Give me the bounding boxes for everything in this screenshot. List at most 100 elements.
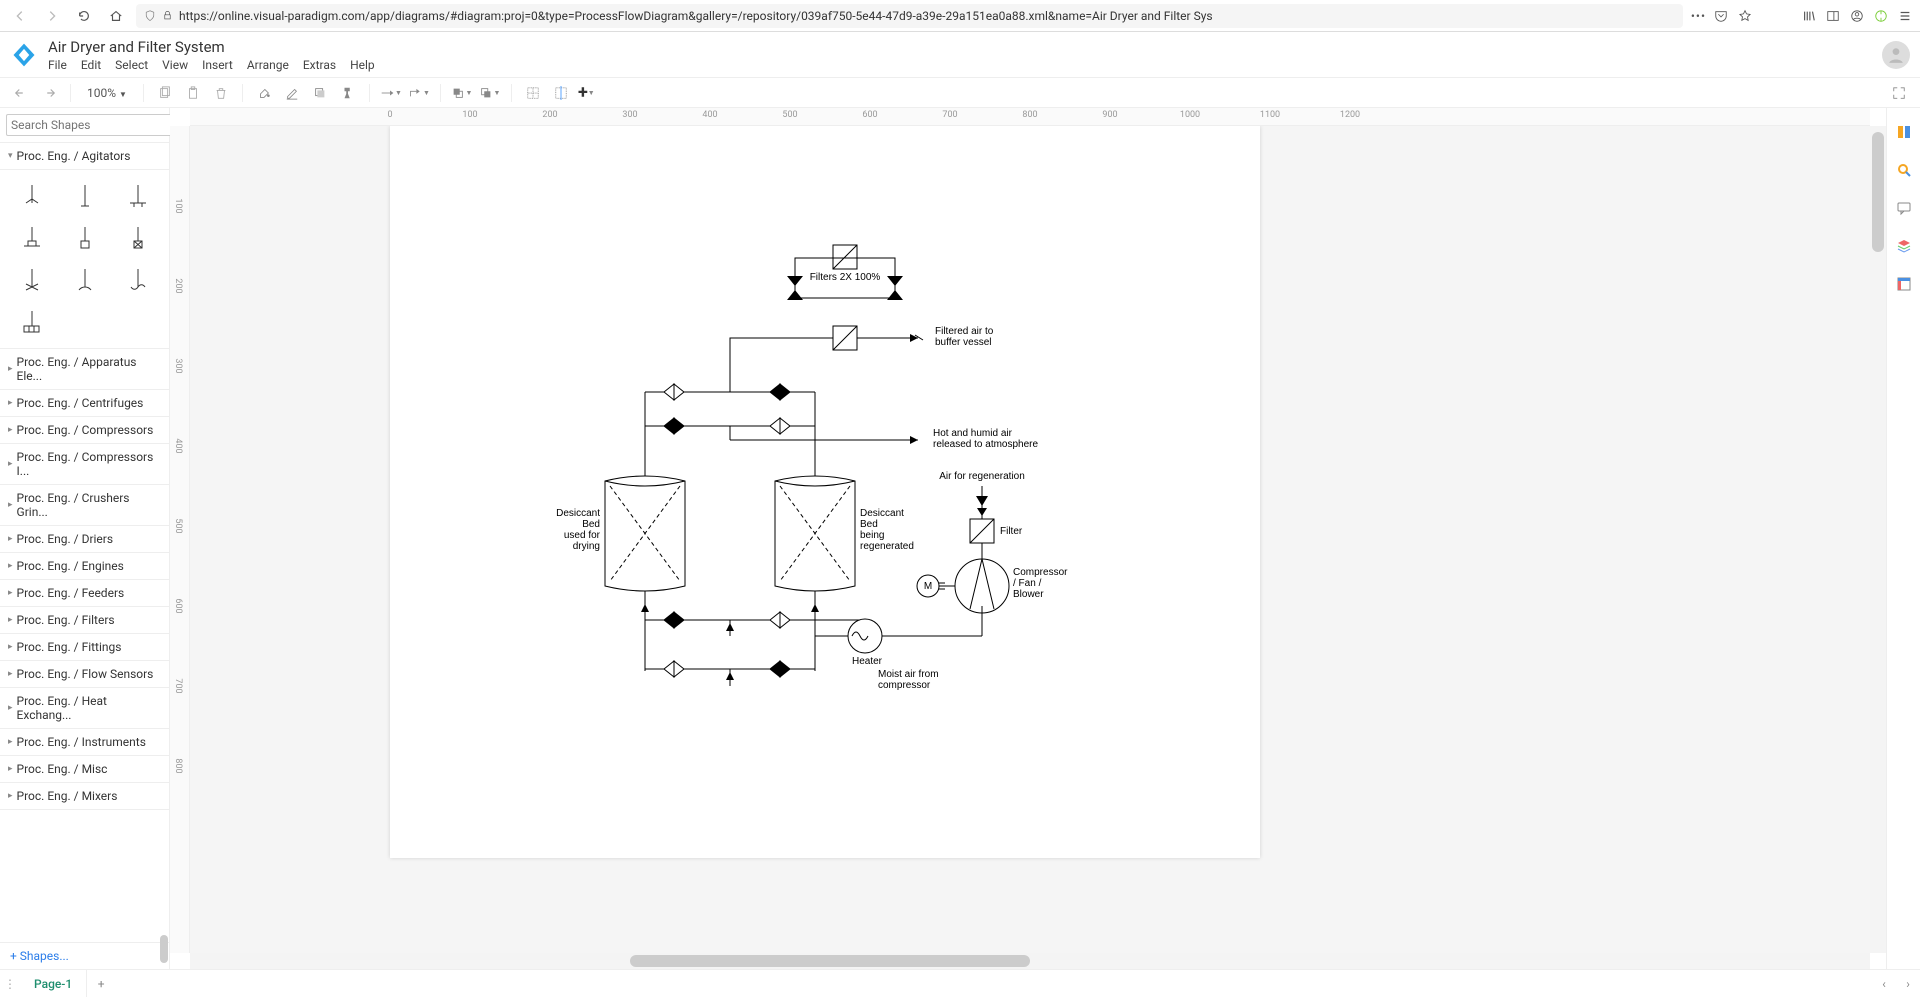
line[interactable] [730, 338, 833, 386]
label-hot-humid-2[interactable]: released to atmosphere [933, 439, 1039, 450]
line-color-button[interactable] [281, 82, 303, 104]
comments-panel-icon[interactable] [1894, 198, 1914, 218]
user-avatar-icon[interactable] [1882, 41, 1910, 69]
label-filters-top[interactable]: Filters 2X 100% [810, 272, 881, 283]
menu-help[interactable]: Help [350, 58, 375, 72]
desiccant-bed-left[interactable] [605, 476, 685, 591]
grid-button[interactable] [522, 82, 544, 104]
zoom-dropdown[interactable]: 100% ▼ [81, 86, 133, 100]
outline-panel-icon[interactable] [1894, 274, 1914, 294]
valve-row3-right-open[interactable] [770, 612, 790, 628]
shape-agitator-6[interactable] [114, 220, 161, 256]
category-item[interactable]: Proc. Eng. / Feeders [0, 580, 169, 607]
desiccant-bed-right[interactable] [775, 476, 855, 591]
shadow-button[interactable] [309, 82, 331, 104]
label-heater[interactable]: Heater [852, 656, 883, 667]
add-page-button[interactable]: + [87, 977, 115, 991]
pocket-icon[interactable] [1714, 9, 1728, 23]
label-motor[interactable]: M [924, 581, 932, 592]
sidebar-icon[interactable] [1826, 9, 1840, 23]
insert-button[interactable]: +▼ [578, 82, 595, 104]
shape-agitator-5[interactable] [61, 220, 108, 256]
category-item[interactable]: Proc. Eng. / Driers [0, 526, 169, 553]
format-panel-icon[interactable] [1894, 122, 1914, 142]
category-item[interactable]: Proc. Eng. / Fittings [0, 634, 169, 661]
back-button[interactable] [8, 4, 32, 28]
hamburger-icon[interactable] [1898, 9, 1912, 23]
label-bed-left-2[interactable]: Bed [582, 519, 600, 530]
valve-row4-right-closed[interactable] [770, 661, 790, 677]
shape-agitator-2[interactable] [61, 178, 108, 214]
heater[interactable] [848, 619, 882, 653]
menu-arrange[interactable]: Arrange [247, 58, 289, 72]
next-page-button[interactable]: › [1896, 977, 1920, 991]
page-tab-1[interactable]: Page-1 [20, 970, 87, 997]
label-bed-left-1[interactable]: Desiccant [556, 508, 600, 519]
vertical-scrollbar[interactable] [1870, 126, 1886, 953]
menu-file[interactable]: File [48, 58, 67, 72]
panel-scrollbar[interactable] [160, 935, 168, 963]
category-item[interactable]: Proc. Eng. / Flow Sensors [0, 661, 169, 688]
shape-agitator-7[interactable] [8, 262, 55, 298]
category-item[interactable]: Proc. Eng. / Crushers Grin... [0, 485, 169, 526]
shape-agitator-4[interactable] [8, 220, 55, 256]
undo-button[interactable] [10, 82, 32, 104]
fill-color-button[interactable] [253, 82, 275, 104]
valve-row1-left-open[interactable] [664, 384, 684, 400]
waypoint-style-button[interactable]: ▼ [408, 82, 430, 104]
label-bed-right-2[interactable]: Bed [860, 519, 878, 530]
label-bed-left-3[interactable]: used for [564, 530, 601, 541]
valve-row2-right-open[interactable] [770, 418, 790, 434]
label-filter[interactable]: Filter [1000, 526, 1023, 537]
valve-row3-left-closed[interactable] [664, 612, 684, 628]
fullscreen-button[interactable] [1888, 82, 1910, 104]
category-item[interactable]: Proc. Eng. / Compressors I... [0, 444, 169, 485]
label-compressor-3[interactable]: Blower [1013, 589, 1044, 600]
page[interactable]: Filters 2X 100% Filtered air to buffer v… [390, 126, 1260, 858]
extension-icon[interactable] [1874, 9, 1888, 23]
forward-button[interactable] [40, 4, 64, 28]
category-agitators[interactable]: Proc. Eng. / Agitators [0, 143, 169, 170]
menu-view[interactable]: View [162, 58, 188, 72]
account-icon[interactable] [1850, 9, 1864, 23]
valve-row2-left-closed[interactable] [664, 418, 684, 434]
menu-insert[interactable]: Insert [202, 58, 233, 72]
label-bed-right-3[interactable]: being [860, 530, 884, 541]
redo-button[interactable] [38, 82, 60, 104]
to-front-button[interactable]: ▼ [451, 82, 473, 104]
shape-agitator-3[interactable] [114, 178, 161, 214]
guides-button[interactable] [550, 82, 572, 104]
tabs-menu-icon[interactable]: ⋮ [0, 977, 20, 991]
category-item[interactable]: Proc. Eng. / Filters [0, 607, 169, 634]
compressor[interactable] [955, 559, 1009, 613]
shape-agitator-10[interactable] [8, 304, 55, 340]
category-item[interactable]: Proc. Eng. / Instruments [0, 729, 169, 756]
document-title[interactable]: Air Dryer and Filter System [48, 38, 375, 56]
label-air-regen[interactable]: Air for regeneration [939, 471, 1025, 482]
label-filtered-air-2[interactable]: buffer vessel [935, 337, 992, 348]
category-item[interactable]: Proc. Eng. / Mixers [0, 783, 169, 810]
search-shapes-input[interactable] [6, 114, 172, 136]
bookmark-star-icon[interactable] [1738, 9, 1752, 23]
label-compressor-1[interactable]: Compressor [1013, 567, 1068, 578]
menu-select[interactable]: Select [115, 58, 148, 72]
label-bed-right-4[interactable]: regenerated [860, 541, 914, 552]
url-bar[interactable]: https://online.visual-paradigm.com/app/d… [136, 4, 1683, 28]
category-item[interactable]: Proc. Eng. / Centrifuges [0, 390, 169, 417]
home-button[interactable] [104, 4, 128, 28]
reload-button[interactable] [72, 4, 96, 28]
shape-agitator-1[interactable] [8, 178, 55, 214]
label-hot-humid-1[interactable]: Hot and humid air [933, 428, 1013, 439]
valve-row4-left-open[interactable] [664, 661, 684, 677]
menu-edit[interactable]: Edit [81, 58, 101, 72]
more-shapes-button[interactable]: + Shapes... [0, 942, 169, 969]
connection-style-button[interactable]: ▼ [380, 82, 402, 104]
search-panel-icon[interactable] [1894, 160, 1914, 180]
delete-button[interactable] [210, 82, 232, 104]
library-icon[interactable] [1802, 9, 1816, 23]
layers-panel-icon[interactable] [1894, 236, 1914, 256]
category-item[interactable]: Proc. Eng. / Misc [0, 756, 169, 783]
label-compressor-2[interactable]: / Fan / [1013, 578, 1042, 589]
horizontal-scrollbar[interactable] [190, 953, 1870, 969]
more-icon[interactable]: ••• [1691, 9, 1706, 23]
